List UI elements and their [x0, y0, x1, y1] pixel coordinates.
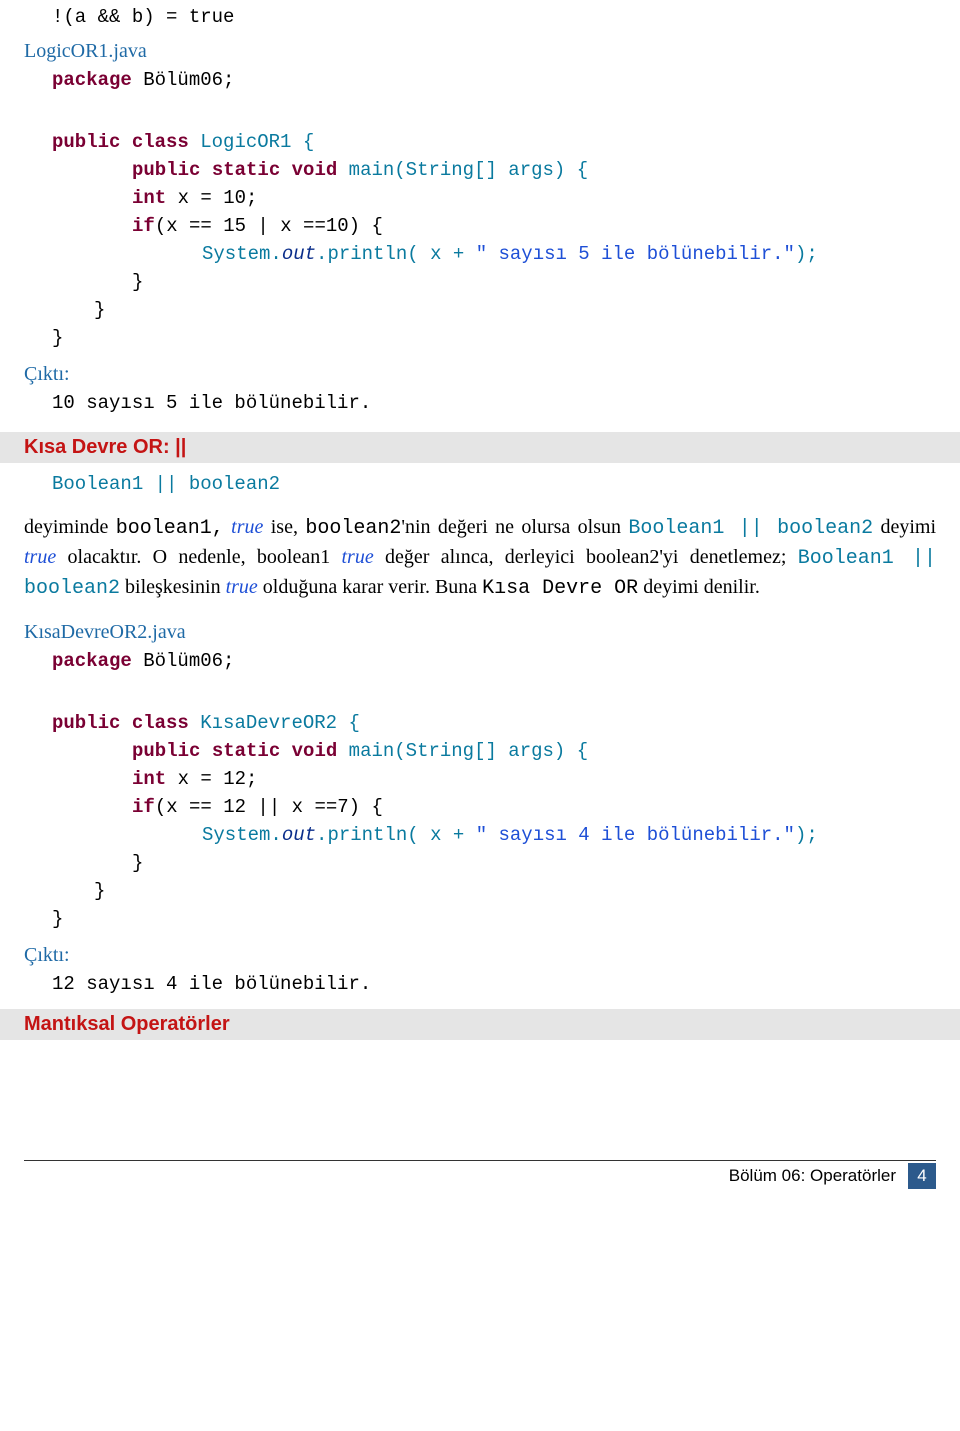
code1-package: package Bölüm06;	[24, 69, 936, 91]
code1-brace1: }	[24, 271, 936, 293]
cikti1-label: Çıktı:	[24, 363, 936, 386]
file1-label: LogicOR1.java	[24, 40, 936, 63]
kw-package: package	[52, 69, 132, 91]
prose-1g: deyimi	[873, 516, 936, 538]
kw-public4: public	[132, 740, 200, 762]
prose-1b: boolean1,	[116, 517, 224, 540]
println2: .println( x +	[316, 824, 476, 846]
code2-class: public class KısaDevreOR2 {	[24, 712, 936, 734]
class-name: LogicOR1 {	[189, 131, 314, 153]
str-lit: " sayısı 5 ile bölünebilir."	[476, 243, 795, 265]
code1-int: int x = 10;	[24, 187, 936, 209]
sys: System.	[202, 243, 282, 265]
cikti2-text: 12 sayısı 4 ile bölünebilir.	[24, 973, 936, 995]
prose-true4: true	[226, 576, 263, 598]
code1-class: public class LogicOR1 {	[24, 131, 936, 153]
str-lit2: " sayısı 4 ile bölünebilir."	[476, 824, 795, 846]
out: out	[282, 243, 316, 265]
main-sig2: main(String[] args) {	[337, 740, 588, 762]
bool-expr: Boolean1 || boolean2	[24, 473, 936, 495]
kw-int2: int	[132, 768, 166, 790]
end: );	[795, 243, 818, 265]
prose-1c: ise,	[271, 516, 306, 538]
kw-package2: package	[52, 650, 132, 672]
section-kisa-devre: Kısa Devre OR: ||	[0, 432, 960, 463]
file2-label: KısaDevreOR2.java	[24, 621, 936, 644]
code2-package: package Bölüm06;	[24, 650, 936, 672]
code1-brace3: }	[24, 327, 936, 349]
prose-1m: Kısa Devre OR	[482, 577, 638, 600]
footer-text: Bölüm 06: Operatörler	[729, 1166, 896, 1186]
end2: );	[795, 824, 818, 846]
code1-main: public static void main(String[] args) {	[24, 159, 936, 181]
kw-class: class	[132, 131, 189, 153]
sys2: System.	[202, 824, 282, 846]
prose-true3: true	[342, 546, 386, 568]
prose-1l: olduğuna karar verir. Buna	[263, 576, 482, 598]
prose-1a: deyiminde	[24, 516, 116, 538]
prose-1n: deyimi denilir.	[638, 576, 760, 598]
kw-static: static	[212, 159, 280, 181]
kw-if2: if	[132, 796, 155, 818]
code1-if: if(x == 15 | x ==10) {	[24, 215, 936, 237]
code2-brace3: }	[24, 908, 936, 930]
footer: Bölüm 06: Operatörler 4	[24, 1160, 936, 1189]
top-expression: !(a && b) = true	[24, 6, 936, 28]
prose-1k: bileşkesinin	[120, 576, 226, 598]
kw-int: int	[132, 187, 166, 209]
code2-int: int x = 12;	[24, 768, 936, 790]
code2-println: System.out.println( x + " sayısı 4 ile b…	[24, 824, 936, 846]
prose-1h: olacaktır. O nedenle, boolean1	[68, 546, 342, 568]
code1-brace2: }	[24, 299, 936, 321]
if-cond: (x == 15 | x ==10) {	[155, 215, 383, 237]
code2-brace1: }	[24, 852, 936, 874]
code1-println: System.out.println( x + " sayısı 5 ile b…	[24, 243, 936, 265]
prose-1e: 'nin değeri ne olursa olsun	[401, 516, 628, 538]
kw-public2: public	[132, 159, 200, 181]
main-sig: main(String[] args) {	[337, 159, 588, 181]
prose-paragraph: deyiminde boolean1, true ise, boolean2'n…	[24, 513, 936, 603]
kw-void: void	[292, 159, 338, 181]
kw-void2: void	[292, 740, 338, 762]
kw-public: public	[52, 131, 120, 153]
kw-class2: class	[132, 712, 189, 734]
prose-1d: boolean2	[305, 517, 401, 540]
section-mantiksal: Mantıksal Operatörler	[0, 1009, 960, 1040]
prose-true2: true	[24, 546, 68, 568]
prose-true1: true	[224, 516, 271, 538]
pkg-name: Bölüm06;	[132, 69, 235, 91]
prose-1i: değer alınca, derleyici boolean2'yi dene…	[385, 546, 798, 568]
x-decl2: x = 12;	[166, 768, 257, 790]
pkg-name2: Bölüm06;	[132, 650, 235, 672]
x-decl: x = 10;	[166, 187, 257, 209]
prose-1f: Boolean1 || boolean2	[628, 517, 873, 540]
page-number: 4	[908, 1163, 936, 1189]
kw-public3: public	[52, 712, 120, 734]
kw-if: if	[132, 215, 155, 237]
code2-if: if(x == 12 || x ==7) {	[24, 796, 936, 818]
kw-static2: static	[212, 740, 280, 762]
if-cond2: (x == 12 || x ==7) {	[155, 796, 383, 818]
println: .println( x +	[316, 243, 476, 265]
out2: out	[282, 824, 316, 846]
code2-brace2: }	[24, 880, 936, 902]
code2-main: public static void main(String[] args) {	[24, 740, 936, 762]
cikti1-text: 10 sayısı 5 ile bölünebilir.	[24, 392, 936, 414]
cikti2-label: Çıktı:	[24, 944, 936, 967]
class-name2: KısaDevreOR2 {	[189, 712, 360, 734]
